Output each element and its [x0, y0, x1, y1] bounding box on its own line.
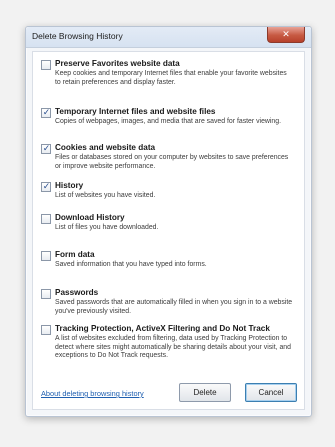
- option-title[interactable]: Download History: [55, 213, 125, 222]
- checkmark-icon: [42, 58, 51, 67]
- form-data-checkbox[interactable]: [41, 251, 51, 261]
- close-button[interactable]: ✕: [267, 27, 305, 43]
- close-icon: ✕: [282, 29, 290, 39]
- checkmark-icon: [42, 287, 51, 296]
- title-bar[interactable]: Delete Browsing History ✕: [26, 27, 311, 48]
- checkmark-icon: [42, 323, 51, 332]
- passwords-checkbox[interactable]: [41, 289, 51, 299]
- tracking-protection-checkbox[interactable]: [41, 325, 51, 335]
- checkmark-icon: [42, 249, 51, 258]
- checkmark-icon: ✓: [42, 143, 51, 153]
- preserve-favorites-checkbox[interactable]: [41, 60, 51, 70]
- dialog-footer: About deleting browsing history Delete C…: [33, 379, 304, 409]
- option-description: List of websites you have visited.: [55, 192, 156, 199]
- option-title[interactable]: Cookies and website data: [55, 143, 155, 152]
- temporary-files-checkbox[interactable]: ✓: [41, 107, 51, 118]
- option-description: List of files you have downloaded.: [55, 224, 159, 231]
- option-description: Files or databases stored on your comput…: [55, 154, 289, 170]
- checkmark-icon: [42, 212, 51, 221]
- option-title[interactable]: Passwords: [55, 288, 98, 297]
- cancel-button[interactable]: Cancel: [245, 383, 297, 402]
- history-checkbox[interactable]: ✓: [41, 181, 51, 192]
- checkmark-icon: ✓: [42, 107, 51, 117]
- checkmark-icon: ✓: [42, 181, 51, 191]
- option-title[interactable]: Tracking Protection, ActiveX Filtering a…: [55, 324, 270, 333]
- download-history-checkbox[interactable]: [41, 214, 51, 224]
- dialog-body: Preserve Favorites website data Keep coo…: [32, 51, 305, 410]
- option-title[interactable]: Temporary Internet files and website fil…: [55, 107, 215, 116]
- delete-browsing-history-dialog: Delete Browsing History ✕ Preserve Favor…: [25, 26, 312, 417]
- option-description: Saved information that you have typed in…: [55, 261, 207, 268]
- cookies-checkbox[interactable]: ✓: [41, 143, 51, 154]
- option-title[interactable]: Preserve Favorites website data: [55, 59, 180, 68]
- option-description: Copies of webpages, images, and media th…: [55, 118, 281, 125]
- option-title[interactable]: History: [55, 181, 83, 190]
- option-description: A list of websites excluded from filteri…: [55, 335, 291, 359]
- option-title[interactable]: Form data: [55, 250, 95, 259]
- option-description: Saved passwords that are automatically f…: [55, 299, 293, 315]
- about-deleting-history-link[interactable]: About deleting browsing history: [41, 389, 144, 398]
- delete-button[interactable]: Delete: [179, 383, 231, 402]
- dialog-title: Delete Browsing History: [32, 31, 123, 41]
- option-description: Keep cookies and temporary Internet file…: [55, 70, 287, 86]
